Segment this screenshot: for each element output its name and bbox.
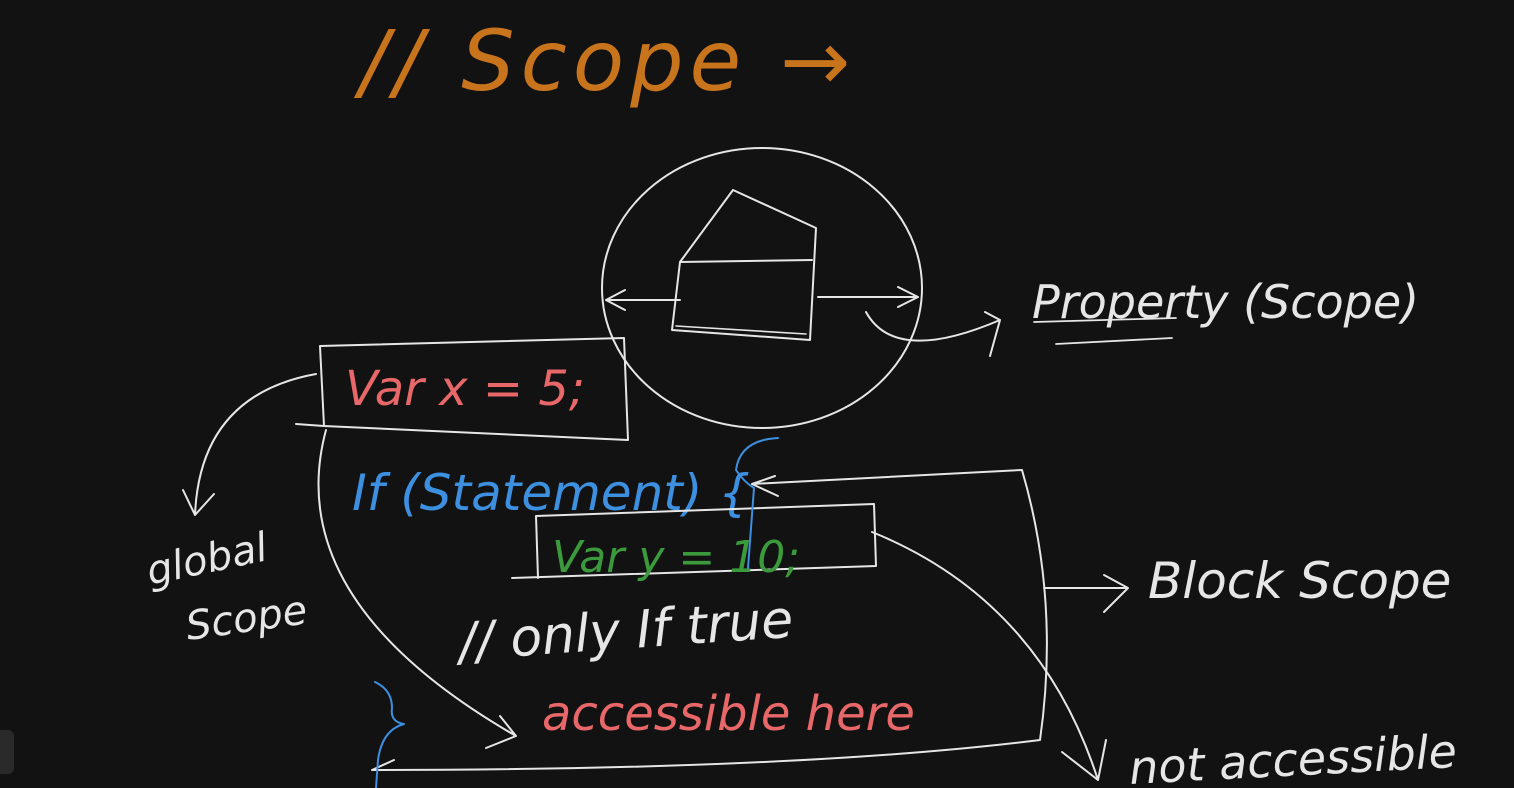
title: // Scope → <box>353 12 856 110</box>
global-scope-line1: global <box>143 524 272 594</box>
block-scope-label: Block Scope <box>1148 552 1451 610</box>
if-statement: If (Statement) { <box>352 464 750 522</box>
panel-handle-icon[interactable] <box>0 730 14 774</box>
not-accessible-label: not accessible <box>1128 724 1458 788</box>
global-scope-arrow <box>182 373 317 516</box>
only-if-true-comment: // only If true <box>453 590 795 674</box>
whiteboard-canvas[interactable]: // Scope → Property (Scope) Var x = 5; g… <box>0 0 1514 788</box>
block-scope-arrow <box>1043 574 1129 613</box>
global-scope-line2: Scope <box>183 587 310 650</box>
var-x-statement: Var x = 5; <box>345 361 585 417</box>
scope-circle <box>601 147 923 429</box>
not-accessible-arrow <box>871 531 1107 781</box>
var-y-statement: Var y = 10; <box>552 532 800 583</box>
house-icon <box>671 189 817 341</box>
property-arrow <box>865 311 1001 357</box>
accessible-here-label: accessible here <box>542 686 915 742</box>
